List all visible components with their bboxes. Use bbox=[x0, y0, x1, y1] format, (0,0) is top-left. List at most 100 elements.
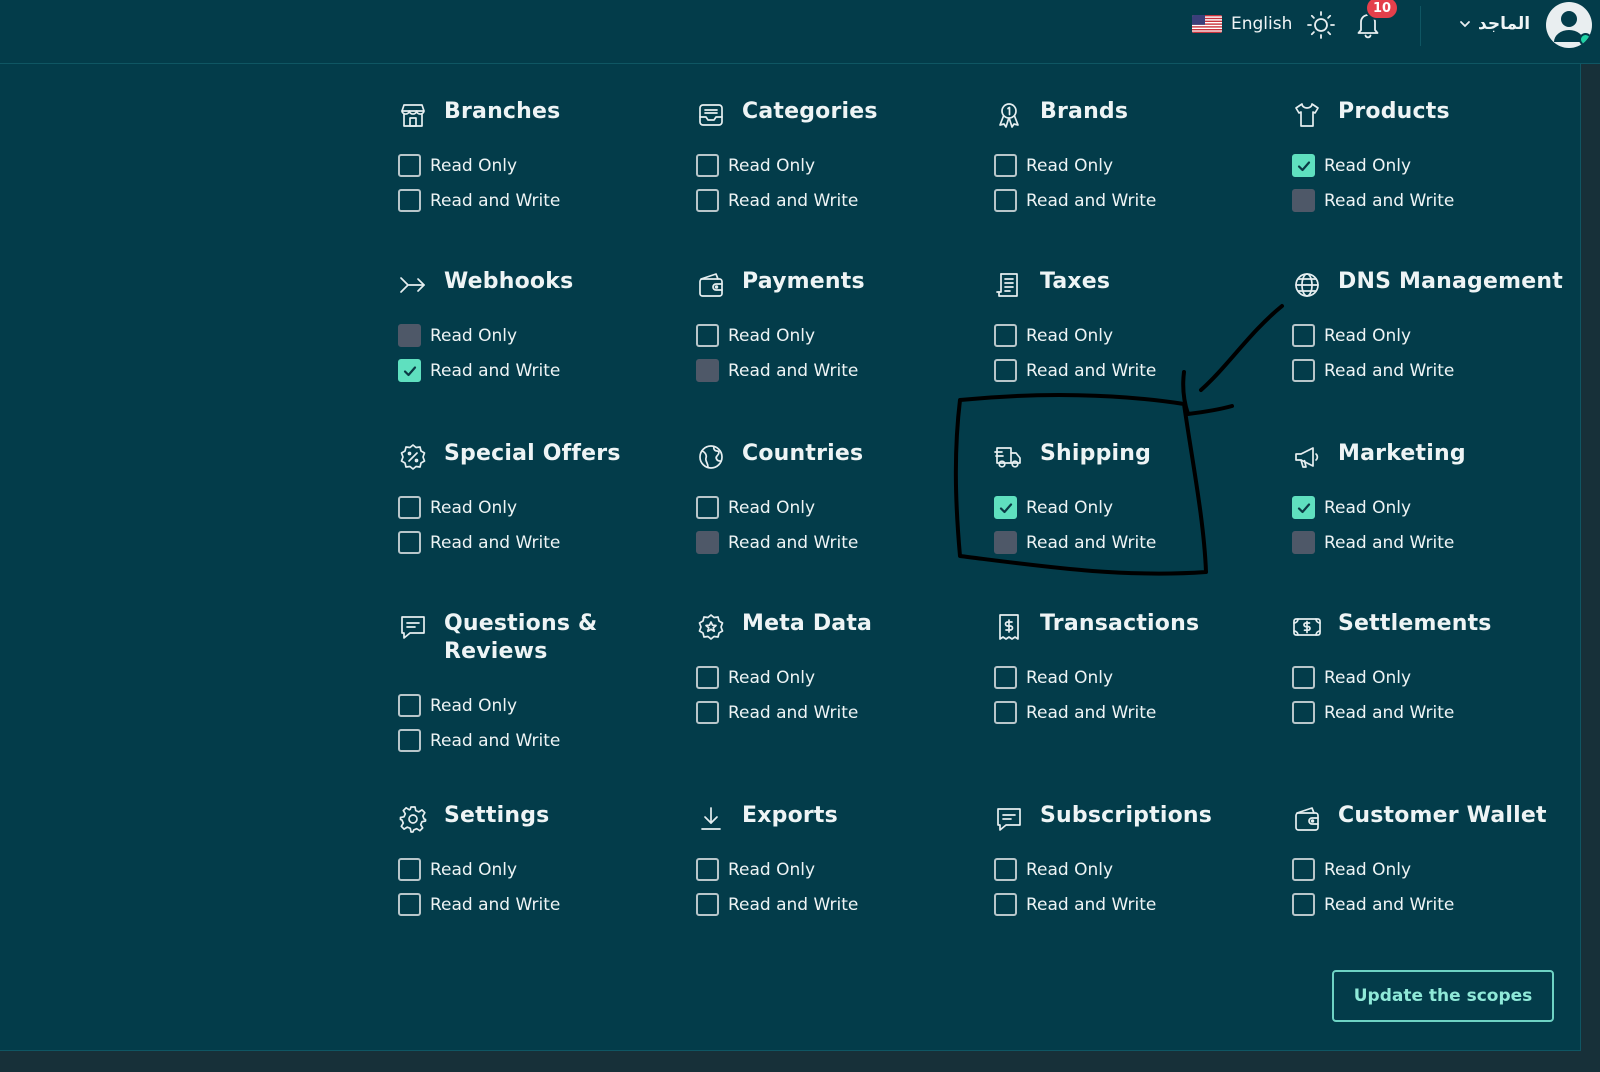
read-only-option[interactable]: Read Only bbox=[696, 318, 994, 353]
read-only-option[interactable]: Read Only bbox=[398, 490, 696, 525]
read-write-checkbox[interactable] bbox=[994, 189, 1017, 212]
read-only-label: Read Only bbox=[1324, 497, 1412, 518]
scope-subscriptions: Subscriptions Read Only Read and Write bbox=[994, 802, 1292, 972]
read-write-label: Read and Write bbox=[1324, 360, 1455, 381]
read-only-option[interactable]: Read Only bbox=[1292, 852, 1590, 887]
update-scopes-button[interactable]: Update the scopes bbox=[1332, 970, 1554, 1022]
read-write-checkbox[interactable] bbox=[1292, 893, 1315, 916]
read-write-option[interactable]: Read and Write bbox=[994, 695, 1292, 730]
read-write-checkbox[interactable] bbox=[696, 531, 719, 554]
read-only-option[interactable]: Read Only bbox=[696, 852, 994, 887]
read-write-option[interactable]: Read and Write bbox=[994, 525, 1292, 560]
read-only-option[interactable]: Read Only bbox=[994, 148, 1292, 183]
read-only-checkbox[interactable] bbox=[994, 154, 1017, 177]
scope-products: Products Read Only Read and Write bbox=[1292, 98, 1590, 268]
read-write-checkbox[interactable] bbox=[696, 701, 719, 724]
read-only-checkbox[interactable] bbox=[398, 694, 421, 717]
read-write-option[interactable]: Read and Write bbox=[1292, 353, 1590, 388]
scope-icon-wrap bbox=[994, 270, 1024, 300]
read-only-checkbox[interactable] bbox=[398, 858, 421, 881]
read-only-checkbox[interactable] bbox=[994, 858, 1017, 881]
read-write-option[interactable]: Read and Write bbox=[696, 525, 994, 560]
read-only-checkbox[interactable] bbox=[994, 324, 1017, 347]
read-write-option[interactable]: Read and Write bbox=[696, 353, 994, 388]
download-icon bbox=[701, 807, 721, 830]
scopes-row: Webhooks Read Only Read and Write Payments R… bbox=[398, 268, 1568, 440]
read-write-option[interactable]: Read and Write bbox=[994, 183, 1292, 218]
read-only-checkbox[interactable] bbox=[398, 496, 421, 519]
read-write-option[interactable]: Read and Write bbox=[1292, 525, 1590, 560]
scope-icon-wrap bbox=[1292, 270, 1322, 300]
read-write-checkbox[interactable] bbox=[398, 359, 421, 382]
read-write-checkbox[interactable] bbox=[1292, 701, 1315, 724]
read-only-option[interactable]: Read Only bbox=[1292, 660, 1590, 695]
read-write-option[interactable]: Read and Write bbox=[994, 353, 1292, 388]
read-only-option[interactable]: Read Only bbox=[398, 148, 696, 183]
read-only-option[interactable]: Read Only bbox=[994, 490, 1292, 525]
scope-icon-wrap bbox=[398, 270, 428, 300]
read-only-checkbox[interactable] bbox=[696, 666, 719, 689]
user-menu[interactable]: الماجد bbox=[1458, 10, 1530, 38]
webhook-arrow-icon bbox=[400, 277, 425, 293]
read-only-option[interactable]: Read Only bbox=[696, 660, 994, 695]
read-only-option[interactable]: Read Only bbox=[1292, 490, 1590, 525]
read-write-option[interactable]: Read and Write bbox=[398, 723, 696, 758]
read-write-checkbox[interactable] bbox=[1292, 531, 1315, 554]
read-only-option[interactable]: Read Only bbox=[398, 688, 696, 723]
read-write-option[interactable]: Read and Write bbox=[1292, 183, 1590, 218]
read-only-checkbox[interactable] bbox=[696, 154, 719, 177]
scope-icon-wrap bbox=[696, 612, 726, 642]
read-only-checkbox[interactable] bbox=[1292, 154, 1315, 177]
read-only-option[interactable]: Read Only bbox=[994, 318, 1292, 353]
read-write-checkbox[interactable] bbox=[696, 893, 719, 916]
read-only-option[interactable]: Read Only bbox=[398, 852, 696, 887]
read-write-option[interactable]: Read and Write bbox=[1292, 887, 1590, 922]
read-only-checkbox[interactable] bbox=[696, 496, 719, 519]
read-only-option[interactable]: Read Only bbox=[994, 852, 1292, 887]
read-write-checkbox[interactable] bbox=[994, 531, 1017, 554]
scopes-grid: Branches Read Only Read and Write Categorie… bbox=[398, 98, 1568, 972]
read-only-option[interactable]: Read Only bbox=[398, 318, 696, 353]
read-write-checkbox[interactable] bbox=[398, 531, 421, 554]
read-only-checkbox[interactable] bbox=[398, 154, 421, 177]
read-only-checkbox[interactable] bbox=[696, 858, 719, 881]
read-write-checkbox[interactable] bbox=[398, 893, 421, 916]
read-write-label: Read and Write bbox=[1026, 360, 1157, 381]
read-write-option[interactable]: Read and Write bbox=[696, 887, 994, 922]
avatar[interactable] bbox=[1546, 2, 1592, 48]
read-write-checkbox[interactable] bbox=[994, 893, 1017, 916]
read-only-checkbox[interactable] bbox=[696, 324, 719, 347]
read-only-checkbox[interactable] bbox=[994, 496, 1017, 519]
read-write-checkbox[interactable] bbox=[1292, 189, 1315, 212]
read-write-checkbox[interactable] bbox=[398, 189, 421, 212]
read-only-checkbox[interactable] bbox=[994, 666, 1017, 689]
read-write-option[interactable]: Read and Write bbox=[994, 887, 1292, 922]
read-only-option[interactable]: Read Only bbox=[1292, 148, 1590, 183]
read-only-option[interactable]: Read Only bbox=[696, 148, 994, 183]
read-only-checkbox[interactable] bbox=[1292, 496, 1315, 519]
read-only-option[interactable]: Read Only bbox=[696, 490, 994, 525]
read-only-checkbox[interactable] bbox=[398, 324, 421, 347]
read-write-option[interactable]: Read and Write bbox=[1292, 695, 1590, 730]
read-write-checkbox[interactable] bbox=[696, 359, 719, 382]
read-write-checkbox[interactable] bbox=[398, 729, 421, 752]
read-write-option[interactable]: Read and Write bbox=[398, 525, 696, 560]
read-write-checkbox[interactable] bbox=[696, 189, 719, 212]
read-write-label: Read and Write bbox=[728, 894, 859, 915]
read-write-option[interactable]: Read and Write bbox=[696, 695, 994, 730]
theme-toggle-button[interactable] bbox=[1306, 10, 1336, 40]
read-only-checkbox[interactable] bbox=[1292, 324, 1315, 347]
language-switcher[interactable]: English bbox=[1192, 10, 1292, 38]
read-write-option[interactable]: Read and Write bbox=[398, 353, 696, 388]
read-only-label: Read Only bbox=[1026, 325, 1114, 346]
read-write-option[interactable]: Read and Write bbox=[696, 183, 994, 218]
read-write-option[interactable]: Read and Write bbox=[398, 183, 696, 218]
read-write-checkbox[interactable] bbox=[994, 359, 1017, 382]
read-write-checkbox[interactable] bbox=[994, 701, 1017, 724]
read-only-option[interactable]: Read Only bbox=[994, 660, 1292, 695]
read-only-checkbox[interactable] bbox=[1292, 666, 1315, 689]
read-write-checkbox[interactable] bbox=[1292, 359, 1315, 382]
read-only-option[interactable]: Read Only bbox=[1292, 318, 1590, 353]
read-only-checkbox[interactable] bbox=[1292, 858, 1315, 881]
read-write-option[interactable]: Read and Write bbox=[398, 887, 696, 922]
